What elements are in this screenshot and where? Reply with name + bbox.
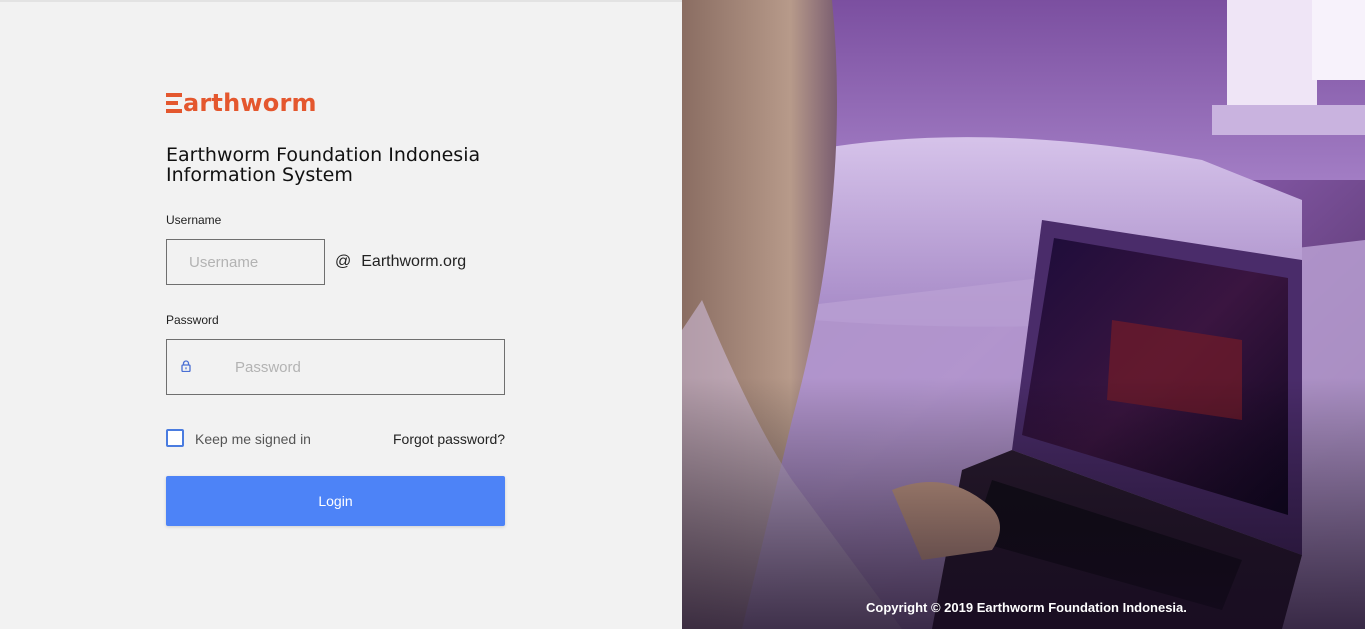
page-title-line2: Information System (166, 164, 353, 186)
password-field-wrapper (166, 339, 505, 395)
username-field-wrapper (166, 239, 325, 285)
forgot-password-link[interactable]: Forgot password? (393, 431, 505, 447)
keep-signed-in-checkbox[interactable] (166, 429, 184, 447)
copyright-text: Copyright © 2019 Earthworm Foundation In… (866, 600, 1187, 615)
at-symbol: @ (335, 253, 352, 270)
hero-panel: Copyright © 2019 Earthworm Foundation In… (682, 0, 1365, 629)
domain-text: Earthworm.org (361, 253, 467, 270)
keep-signed-in-label[interactable]: Keep me signed in (195, 431, 311, 447)
earthworm-logo: arthworm (166, 90, 317, 116)
password-label: Password (166, 313, 219, 327)
logo-mark-icon (166, 93, 182, 113)
lock-icon (181, 360, 191, 372)
username-input[interactable] (167, 240, 324, 284)
hero-photo (682, 0, 1365, 629)
password-input[interactable] (167, 340, 504, 394)
username-label: Username (166, 213, 222, 227)
page-title: Earthworm Foundation Indonesia Informati… (166, 145, 506, 185)
page-title-line1: Earthworm Foundation Indonesia (166, 144, 481, 166)
login-panel: arthworm Earthworm Foundation Indonesia … (0, 0, 682, 629)
logo-text: arthworm (183, 89, 317, 117)
login-button[interactable]: Login (166, 476, 505, 526)
email-domain: @ Earthworm.org (335, 253, 466, 271)
